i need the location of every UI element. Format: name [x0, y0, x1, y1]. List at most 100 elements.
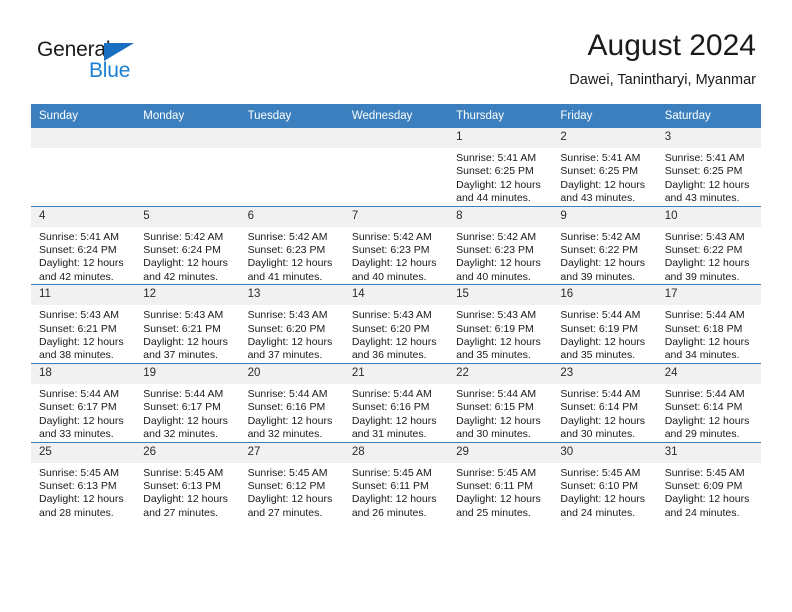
sunrise-time: Sunrise: 5:45 AM [351, 466, 432, 479]
daylight-duration-line2: and 35 minutes. [456, 349, 531, 362]
calendar-day-cell[interactable]: 22 Sunrise: 5:44 AM Sunset: 6:15 PM Dayligh… [448, 362, 553, 442]
sunset-time: Sunset: 6:14 PM [664, 401, 743, 414]
calendar-day-cell[interactable]: 17 Sunrise: 5:44 AM Sunset: 6:18 PM Dayligh… [656, 284, 761, 364]
daylight-duration-line2: and 28 minutes. [39, 506, 114, 519]
daylight-duration-line2: and 27 minutes. [247, 506, 323, 519]
day-details: Sunrise: 5:42 AM Sunset: 6:24 PM Daylight:… [135, 227, 239, 285]
day-number: 31 [656, 442, 761, 463]
calendar-day-cell[interactable]: 4 Sunrise: 5:41 AM Sunset: 6:24 PM Daylight… [31, 205, 136, 285]
daylight-duration-line2: and 41 minutes. [247, 270, 323, 283]
day-number: 17 [656, 285, 761, 306]
day-details: Sunrise: 5:44 AM Sunset: 6:19 PM Daylight:… [552, 305, 656, 363]
weekday-header-wednesday: Wednesday [343, 104, 449, 128]
general-blue-logo: General Blue [37, 38, 167, 86]
daylight-duration-line1: Daylight: 12 hours [351, 336, 437, 349]
calendar-day-cell[interactable]: 8 Sunrise: 5:42 AM Sunset: 6:23 PM Daylight… [448, 205, 553, 285]
day-details: Sunrise: 5:44 AM Sunset: 6:16 PM Daylight:… [240, 384, 344, 442]
daylight-duration-line1: Daylight: 12 hours [664, 257, 750, 270]
daylight-duration-line2: and 27 minutes. [143, 506, 218, 519]
calendar-day-cell[interactable]: 12 Sunrise: 5:43 AM Sunset: 6:21 PM Dayligh… [135, 284, 240, 364]
sunrise-time: Sunrise: 5:45 AM [39, 466, 119, 479]
daylight-duration-line1: Daylight: 12 hours [39, 336, 124, 349]
daylight-duration-line2: and 36 minutes. [351, 349, 427, 362]
calendar-day-cell[interactable]: 29 Sunrise: 5:45 AM Sunset: 6:11 PM Dayligh… [448, 441, 553, 521]
day-details: Sunrise: 5:45 AM Sunset: 6:13 PM Daylight:… [135, 463, 239, 521]
daylight-duration-line1: Daylight: 12 hours [351, 257, 437, 270]
day-details: Sunrise: 5:43 AM Sunset: 6:21 PM Daylight:… [135, 305, 239, 363]
calendar-day-cell[interactable]: 18 Sunrise: 5:44 AM Sunset: 6:17 PM Dayligh… [31, 362, 136, 442]
weekday-header-thursday: Thursday [448, 104, 553, 128]
calendar-day-cell[interactable]: 5 Sunrise: 5:42 AM Sunset: 6:24 PM Daylight… [135, 205, 240, 285]
calendar-day-cell[interactable]: 21 Sunrise: 5:44 AM Sunset: 6:16 PM Dayligh… [343, 362, 449, 442]
calendar-day-cell[interactable]: 16 Sunrise: 5:44 AM Sunset: 6:19 PM Dayligh… [552, 284, 657, 364]
day-number: 13 [239, 285, 344, 306]
calendar-day-cell[interactable]: 28 Sunrise: 5:45 AM Sunset: 6:11 PM Dayligh… [343, 441, 449, 521]
day-details: Sunrise: 5:44 AM Sunset: 6:16 PM Daylight:… [344, 384, 448, 442]
page-header: General Blue August 2024 Dawei, Tanintha… [0, 0, 792, 104]
day-number [343, 128, 449, 148]
sunset-time: Sunset: 6:19 PM [560, 322, 639, 335]
day-details: Sunrise: 5:45 AM Sunset: 6:11 PM Daylight:… [448, 463, 552, 521]
day-details: Sunrise: 5:45 AM Sunset: 6:13 PM Daylight:… [31, 463, 135, 521]
daylight-duration-line1: Daylight: 12 hours [247, 493, 333, 506]
calendar-day-cell[interactable]: 24 Sunrise: 5:44 AM Sunset: 6:14 PM Dayligh… [656, 362, 761, 442]
calendar-header-row-group: Sunday Monday Tuesday Wednesday Thursday… [31, 104, 761, 128]
daylight-duration-line1: Daylight: 12 hours [247, 257, 333, 270]
day-number: 2 [552, 128, 657, 148]
sunset-time: Sunset: 6:20 PM [247, 322, 326, 335]
daylight-duration-line2: and 42 minutes. [39, 270, 114, 283]
daylight-duration-line2: and 34 minutes. [664, 349, 740, 362]
sunrise-time: Sunrise: 5:43 AM [664, 230, 745, 243]
day-number [135, 128, 240, 148]
sunrise-time: Sunrise: 5:45 AM [456, 466, 537, 479]
day-number: 25 [31, 442, 136, 463]
calendar-day-cell[interactable]: 15 Sunrise: 5:43 AM Sunset: 6:19 PM Dayligh… [448, 284, 553, 364]
daylight-duration-line2: and 30 minutes. [560, 428, 636, 441]
calendar-day-cell[interactable]: 27 Sunrise: 5:45 AM Sunset: 6:12 PM Dayligh… [239, 441, 344, 521]
calendar-day-cell[interactable]: 10 Sunrise: 5:43 AM Sunset: 6:22 PM Dayligh… [656, 205, 761, 285]
calendar-day-cell[interactable]: 2 Sunrise: 5:41 AM Sunset: 6:25 PM Daylight… [552, 128, 657, 207]
calendar-day-cell[interactable]: 31 Sunrise: 5:45 AM Sunset: 6:09 PM Dayligh… [656, 441, 761, 521]
day-number: 15 [448, 285, 553, 306]
weekday-header-saturday: Saturday [656, 104, 761, 128]
calendar-day-cell[interactable]: 6 Sunrise: 5:42 AM Sunset: 6:23 PM Daylight… [239, 205, 344, 285]
day-number: 9 [552, 206, 657, 227]
daylight-duration-line2: and 30 minutes. [456, 428, 531, 441]
calendar-day-cell[interactable]: 11 Sunrise: 5:43 AM Sunset: 6:21 PM Dayligh… [31, 284, 136, 364]
daylight-duration-line2: and 32 minutes. [143, 428, 218, 441]
daylight-duration-line1: Daylight: 12 hours [39, 257, 124, 270]
calendar-day-cell[interactable]: 20 Sunrise: 5:44 AM Sunset: 6:16 PM Dayligh… [239, 362, 344, 442]
sunset-time: Sunset: 6:20 PM [351, 322, 430, 335]
sunset-time: Sunset: 6:11 PM [456, 479, 533, 492]
daylight-duration-line2: and 24 minutes. [560, 506, 636, 519]
calendar-day-cell[interactable]: 9 Sunrise: 5:42 AM Sunset: 6:22 PM Daylight… [552, 205, 657, 285]
sunset-time: Sunset: 6:13 PM [39, 479, 117, 492]
sunset-time: Sunset: 6:23 PM [456, 244, 534, 257]
day-number: 21 [343, 363, 449, 384]
sunrise-time: Sunrise: 5:44 AM [143, 387, 224, 400]
weekday-header-sunday: Sunday [31, 104, 136, 128]
daylight-duration-line2: and 33 minutes. [39, 428, 114, 441]
sunset-time: Sunset: 6:22 PM [560, 244, 639, 257]
sunrise-time: Sunrise: 5:44 AM [247, 387, 328, 400]
daylight-duration-line1: Daylight: 12 hours [560, 257, 646, 270]
calendar-day-cell[interactable]: 7 Sunrise: 5:42 AM Sunset: 6:23 PM Daylight… [343, 205, 449, 285]
calendar-day-cell[interactable]: 23 Sunrise: 5:44 AM Sunset: 6:14 PM Dayligh… [552, 362, 657, 442]
calendar-day-cell[interactable]: 26 Sunrise: 5:45 AM Sunset: 6:13 PM Dayligh… [135, 441, 240, 521]
calendar-day-cell[interactable]: 25 Sunrise: 5:45 AM Sunset: 6:13 PM Dayligh… [31, 441, 136, 521]
day-details: Sunrise: 5:44 AM Sunset: 6:15 PM Daylight:… [448, 384, 552, 442]
calendar-day-cell[interactable]: 30 Sunrise: 5:45 AM Sunset: 6:10 PM Dayligh… [552, 441, 657, 521]
calendar-day-cell[interactable]: 3 Sunrise: 5:41 AM Sunset: 6:25 PM Daylight… [656, 128, 761, 207]
sunrise-time: Sunrise: 5:45 AM [560, 466, 641, 479]
daylight-duration-line1: Daylight: 12 hours [560, 414, 646, 427]
day-details: Sunrise: 5:44 AM Sunset: 6:17 PM Daylight:… [31, 384, 135, 442]
daylight-duration-line2: and 38 minutes. [39, 349, 114, 362]
day-number: 20 [239, 363, 344, 384]
sunset-time: Sunset: 6:25 PM [560, 165, 639, 178]
calendar-day-cell[interactable]: 19 Sunrise: 5:44 AM Sunset: 6:17 PM Dayligh… [135, 362, 240, 442]
sunset-time: Sunset: 6:14 PM [560, 401, 639, 414]
calendar-day-cell[interactable]: 14 Sunrise: 5:43 AM Sunset: 6:20 PM Dayligh… [343, 284, 449, 364]
calendar-day-cell[interactable]: 1 Sunrise: 5:41 AM Sunset: 6:25 PM Daylight… [448, 128, 553, 207]
calendar-day-cell[interactable]: 13 Sunrise: 5:43 AM Sunset: 6:20 PM Dayligh… [239, 284, 344, 364]
daylight-duration-line2: and 42 minutes. [143, 270, 218, 283]
